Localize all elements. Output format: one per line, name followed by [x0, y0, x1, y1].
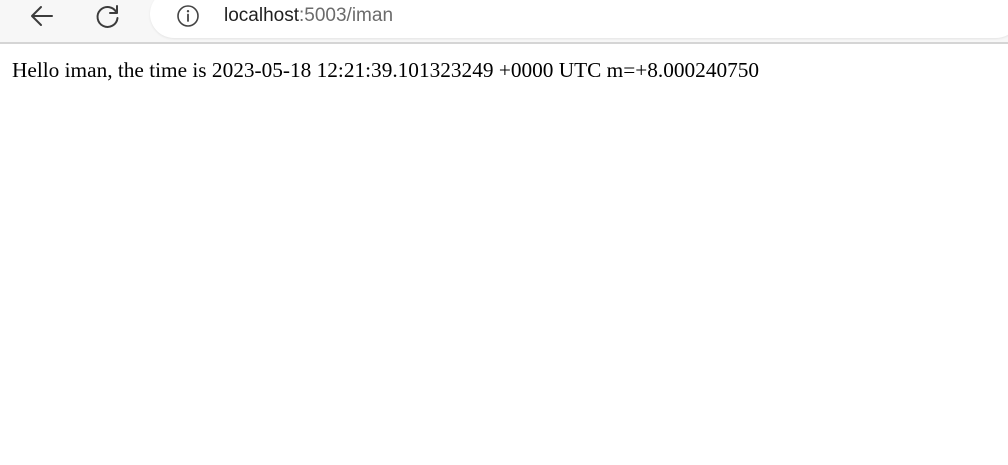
arrow-left-icon — [31, 6, 53, 26]
url-host: localhost — [224, 5, 299, 26]
page-message: Hello iman, the time is 2023-05-18 12:21… — [12, 58, 760, 82]
url-text[interactable]: localhost:5003/iman — [224, 4, 393, 28]
reload-icon — [96, 5, 119, 28]
back-button[interactable] — [22, 0, 62, 32]
reload-button[interactable] — [88, 0, 128, 32]
browser-toolbar: localhost:5003/iman — [0, 0, 1008, 44]
url-path: :5003/iman — [299, 5, 394, 26]
info-circle-icon[interactable] — [176, 4, 200, 28]
